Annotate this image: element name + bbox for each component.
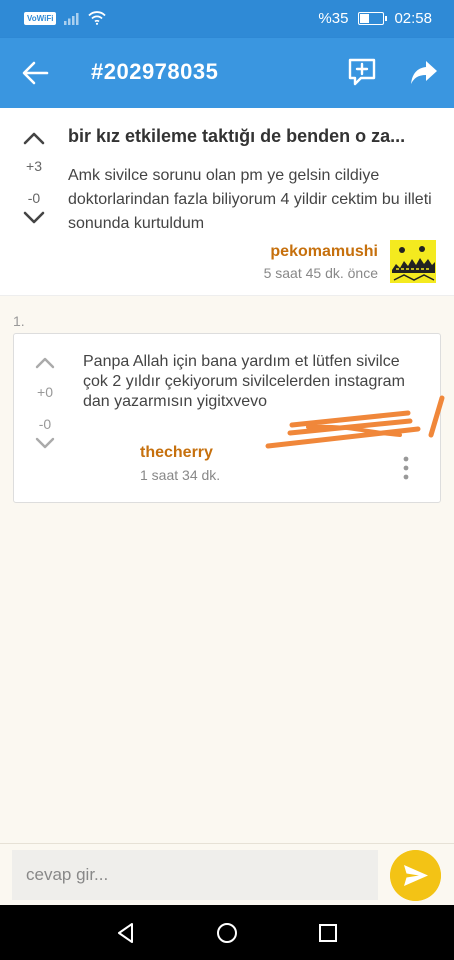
downvote-count: -0: [38, 416, 52, 432]
upvote-count: +3: [26, 158, 42, 174]
scribble-redaction: [265, 395, 445, 449]
vowifi-badge: VoWiFi: [24, 11, 57, 25]
post-author[interactable]: pekomamushi: [270, 243, 378, 261]
reply-author[interactable]: thecherry: [140, 444, 213, 462]
nav-recents-icon[interactable]: [315, 920, 341, 946]
main-post: +3 -0 bir kız etkileme taktığı de benden…: [0, 108, 454, 296]
status-bar: VoWiFi %35 02:58: [0, 0, 454, 38]
send-icon[interactable]: [390, 850, 441, 901]
battery-fill: [360, 14, 369, 23]
author-avatar[interactable]: [390, 240, 436, 283]
back-arrow-icon[interactable]: [20, 60, 50, 86]
system-nav-bar: [0, 905, 454, 960]
reply-time: 1 saat 34 dk.: [140, 467, 221, 483]
add-comment-icon[interactable]: [347, 57, 377, 87]
upvote-icon[interactable]: [18, 128, 50, 148]
post-title[interactable]: bir kız etkileme taktığı de benden o za.…: [68, 126, 438, 147]
post-vote-column: +3 -0: [18, 128, 50, 228]
clock: 02:58: [394, 10, 432, 27]
upvote-count: +0: [37, 384, 53, 400]
post-content: Amk sivilce sorunu olan pm ye gelsin cil…: [68, 167, 432, 232]
reply-input-bar: [0, 843, 454, 905]
reply-input[interactable]: [12, 850, 378, 900]
share-icon[interactable]: [409, 58, 439, 86]
upvote-icon[interactable]: [32, 354, 58, 372]
reply-vote-column: +0 -0: [32, 354, 58, 452]
downvote-count: -0: [27, 190, 41, 206]
nav-home-icon[interactable]: [214, 920, 240, 946]
wifi-icon: [88, 11, 107, 25]
app-bar: #202978035: [0, 38, 454, 108]
signal-icon: [64, 12, 79, 25]
more-options-icon[interactable]: [398, 454, 414, 482]
battery-icon: [358, 12, 388, 25]
battery-percent: %35: [318, 10, 349, 27]
reply-index: 1.: [13, 313, 25, 329]
post-time: 5 saat 45 dk. önce: [263, 265, 378, 281]
page-title: #202978035: [91, 59, 219, 84]
downvote-icon[interactable]: [32, 434, 58, 452]
downvote-icon[interactable]: [18, 208, 50, 228]
nav-back-icon[interactable]: [113, 920, 139, 946]
